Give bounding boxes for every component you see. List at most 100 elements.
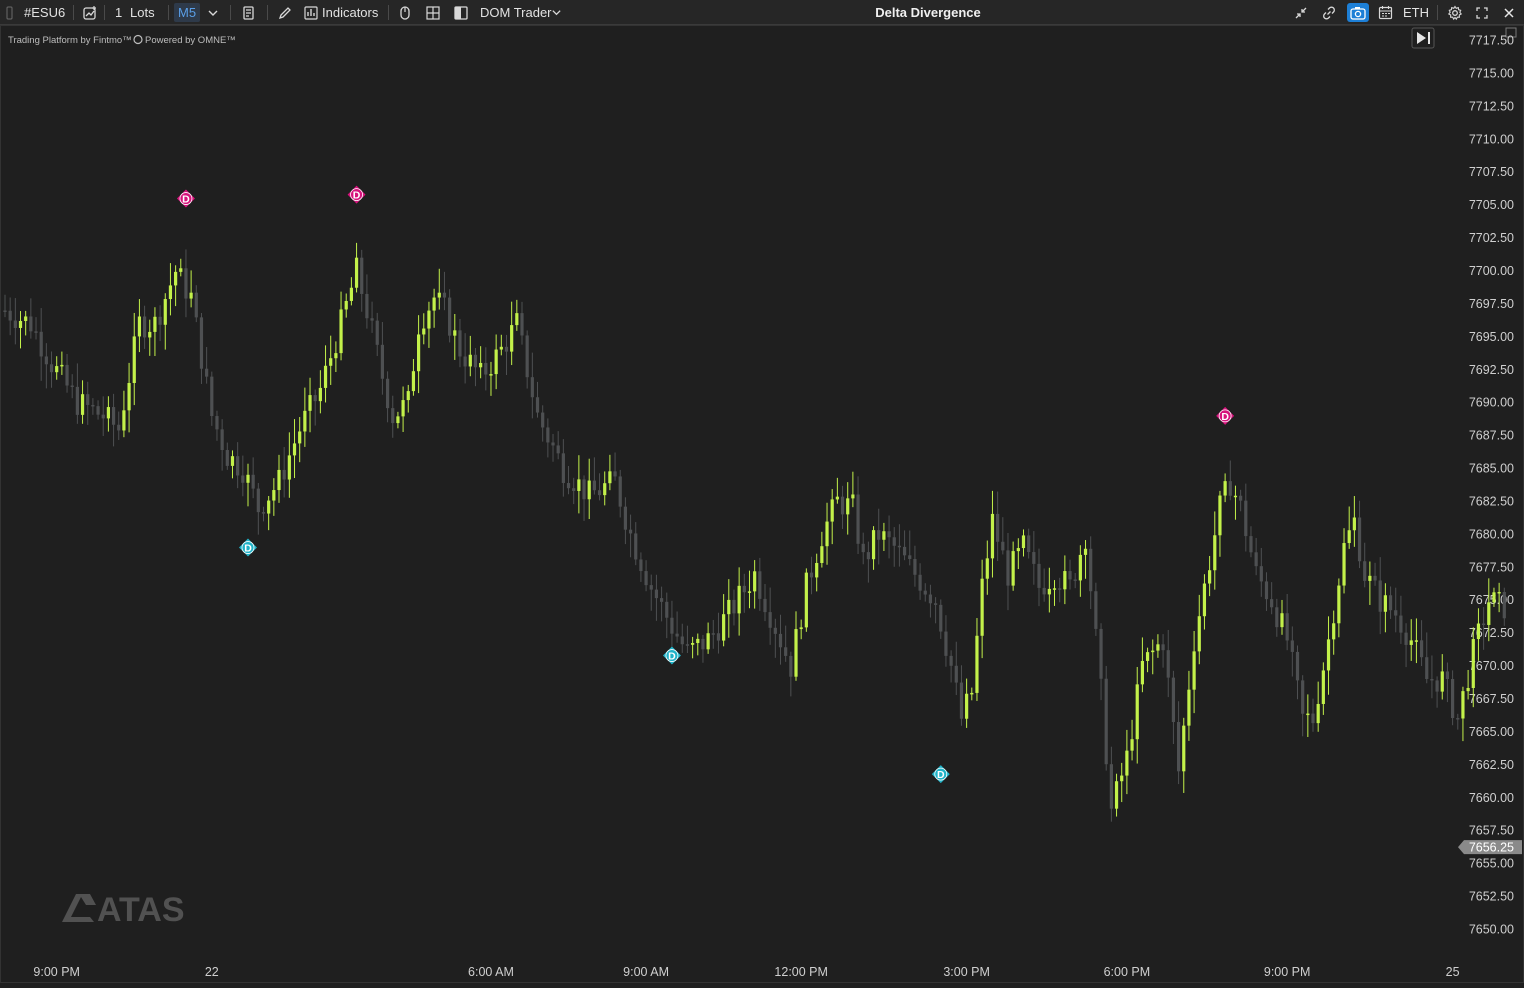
candle <box>44 343 48 389</box>
candle <box>1094 582 1098 636</box>
session-selector[interactable]: ETH <box>1403 0 1429 25</box>
candle <box>934 597 938 624</box>
close-window-icon[interactable] <box>1503 0 1515 25</box>
powered-by-text: Powered by OMNE™ <box>145 35 236 46</box>
candle <box>846 482 850 535</box>
candle <box>277 454 281 503</box>
candle <box>1192 631 1196 714</box>
candle <box>691 636 695 659</box>
candle <box>34 317 38 340</box>
candle <box>1414 618 1419 664</box>
candle <box>256 483 260 535</box>
candle <box>1042 568 1046 602</box>
candle <box>298 417 302 463</box>
toolbar-divider <box>168 5 169 20</box>
candle <box>1394 587 1398 633</box>
candle <box>1461 686 1465 742</box>
calendar-icon[interactable] <box>1378 0 1393 25</box>
symbol-selector[interactable]: #ESU6 <box>24 0 65 25</box>
candle <box>168 263 173 316</box>
timeframe-selector[interactable]: M5 <box>174 3 201 22</box>
time-tick-label: 9:00 PM <box>1264 965 1311 979</box>
candle <box>644 560 648 592</box>
candle <box>344 293 348 318</box>
chart-template-icon[interactable] <box>241 0 257 25</box>
add-chart-icon[interactable] <box>82 0 98 25</box>
time-tick-label: 22 <box>205 965 219 979</box>
candle <box>970 687 974 701</box>
mouse-mode-icon[interactable] <box>398 0 412 25</box>
candle <box>737 567 741 636</box>
candle <box>1249 526 1253 558</box>
screenshot-camera-icon[interactable] <box>1347 3 1369 22</box>
candle <box>1208 555 1212 597</box>
candle <box>727 579 731 638</box>
lots-quantity-input[interactable]: 1 <box>115 0 122 25</box>
candle <box>618 469 622 518</box>
candle <box>132 312 136 406</box>
divergence-label: D <box>244 543 252 555</box>
candle <box>339 291 343 361</box>
candle <box>1270 582 1274 615</box>
candle <box>360 249 364 312</box>
candle <box>282 447 286 498</box>
price-tick-label: 7672.50 <box>1469 626 1514 640</box>
candle <box>448 289 452 343</box>
candle <box>463 333 467 384</box>
drawing-pencil-icon[interactable] <box>277 0 293 25</box>
candle <box>742 573 746 613</box>
candle <box>753 560 757 609</box>
price-tick-label: 7697.50 <box>1469 297 1514 311</box>
price-tick-label: 7700.00 <box>1469 264 1514 278</box>
price-tick-label: 7712.50 <box>1469 99 1514 113</box>
candle <box>489 361 493 396</box>
time-tick-label: 9:00 PM <box>33 965 80 979</box>
window-grip-icon[interactable] <box>6 0 14 25</box>
candle <box>789 651 793 697</box>
candle <box>308 377 312 433</box>
candle <box>773 618 777 658</box>
scroll-to-latest-button[interactable] <box>1411 27 1435 49</box>
candle <box>411 359 416 396</box>
candle <box>272 478 276 516</box>
layout-grid-icon[interactable] <box>425 0 441 25</box>
candle <box>1342 528 1346 594</box>
dom-trader-dropdown[interactable]: DOM Trader <box>480 0 552 25</box>
candle <box>468 335 472 377</box>
candle <box>60 351 64 375</box>
candle <box>225 442 229 470</box>
candle <box>1089 536 1093 610</box>
candle <box>882 522 886 551</box>
candle <box>577 455 581 514</box>
settings-gear-icon[interactable] <box>1447 0 1463 25</box>
candle <box>1140 637 1144 693</box>
candle <box>385 371 390 423</box>
candle <box>199 312 204 384</box>
price-tick-label: 7660.00 <box>1469 791 1514 805</box>
candle <box>815 553 819 592</box>
link-chain-icon[interactable] <box>1321 0 1337 25</box>
candle <box>303 387 307 447</box>
candle <box>520 301 524 345</box>
candle <box>70 374 74 399</box>
candle <box>1502 587 1506 626</box>
time-axis[interactable]: 9:00 PM 22 6:00 AM 9:00 AM 12:00 PM 3:00 PM 6:… <box>33 965 1459 979</box>
candle <box>80 380 85 424</box>
collapse-arrows-icon[interactable] <box>1294 0 1308 25</box>
candle <box>1016 538 1020 570</box>
candle <box>954 641 958 696</box>
fullscreen-icon[interactable] <box>1475 0 1489 25</box>
candle <box>871 526 876 570</box>
price-chart[interactable]: Trading Platform by Fintmo™ Powered by O… <box>0 25 1524 983</box>
chart-area[interactable]: Trading Platform by Fintmo™ Powered by O… <box>0 25 1524 983</box>
candle <box>230 450 235 479</box>
indicators-button[interactable]: Indicators <box>322 0 378 25</box>
price-tick-label: 7710.00 <box>1469 132 1514 146</box>
timeframe-dropdown-chevron-icon[interactable] <box>207 0 219 25</box>
candle <box>153 307 157 357</box>
candle <box>701 634 705 663</box>
dom-trader-chevron-icon[interactable] <box>551 0 562 25</box>
indicators-icon[interactable] <box>304 0 318 25</box>
dom-trader-panel-icon[interactable] <box>453 0 469 25</box>
price-axis[interactable]: 7717.50 7715.00 7712.50 7710.00 7707.50 7705.… <box>1469 34 1514 937</box>
